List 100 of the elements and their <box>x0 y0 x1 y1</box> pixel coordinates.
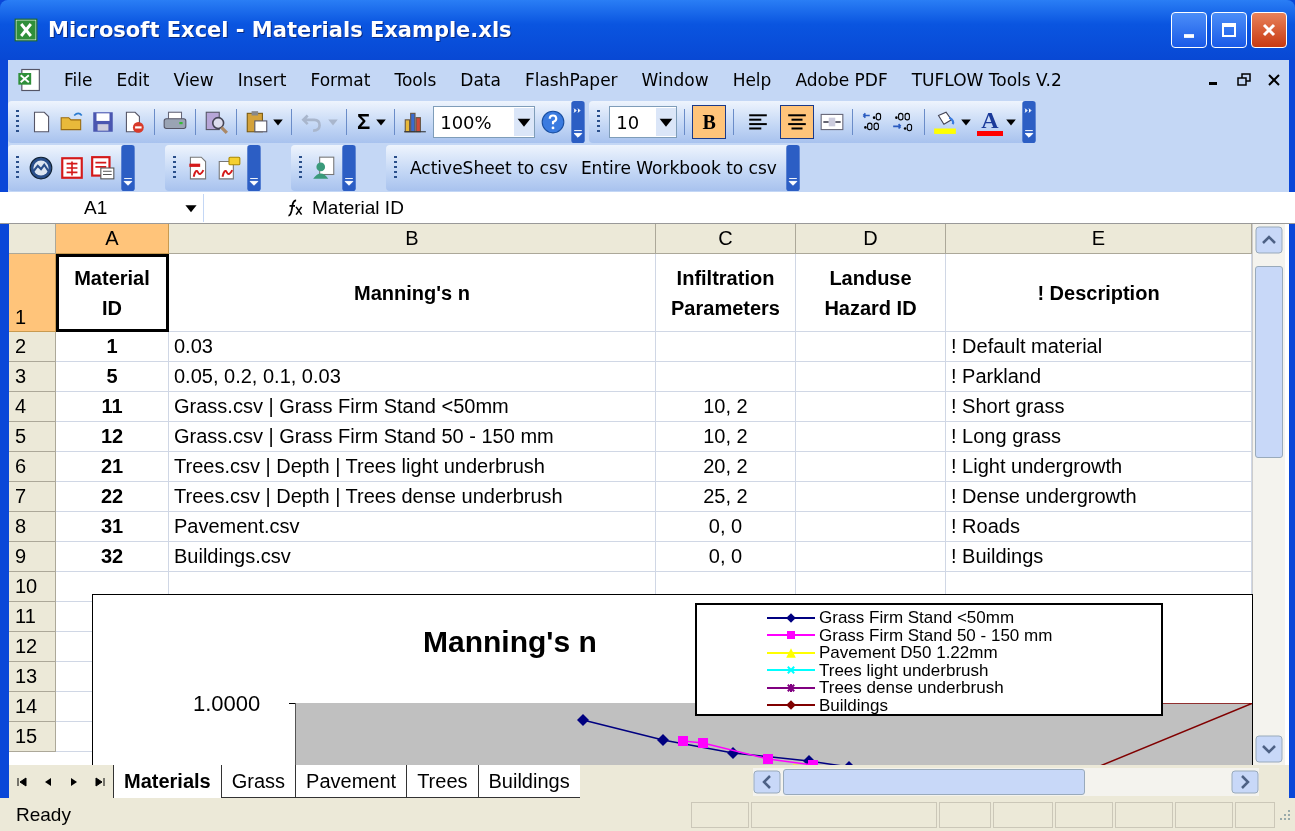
row-header[interactable]: 2 <box>9 332 56 362</box>
autosum-button[interactable]: Σ <box>354 109 374 135</box>
vertical-scrollbar[interactable] <box>1252 224 1285 765</box>
menu-item[interactable]: TUFLOW Tools V.2 <box>899 70 1074 90</box>
column-header[interactable]: A <box>56 224 169 254</box>
toolbar-options-icon[interactable] <box>571 101 586 143</box>
row-header[interactable]: 13 <box>9 662 56 692</box>
menu-item[interactable]: Help <box>720 70 784 90</box>
sheet-tab[interactable]: Grass <box>220 765 296 798</box>
row-header[interactable]: 6 <box>9 452 56 482</box>
row-header[interactable]: 10 <box>9 572 56 602</box>
menu-item[interactable]: Adobe PDF <box>783 70 900 90</box>
table-cell: 10, 2 <box>656 422 796 452</box>
restore-icon[interactable] <box>1237 73 1251 87</box>
zoom-dropdown[interactable]: 100% <box>433 106 536 138</box>
help-icon[interactable] <box>540 109 567 135</box>
menu-item[interactable]: File <box>52 70 105 90</box>
sheet-tab[interactable]: Buildings <box>477 765 580 798</box>
toolbar-button[interactable]: ActiveSheet to csv <box>406 158 572 178</box>
table-cell: 0.03 <box>169 332 656 362</box>
table-cell: 0, 0 <box>656 512 796 542</box>
row-header[interactable]: 3 <box>9 362 56 392</box>
horizontal-scrollbar[interactable] <box>753 767 1259 796</box>
last-sheet-icon[interactable] <box>93 774 107 789</box>
column-header[interactable]: C <box>656 224 796 254</box>
row-header[interactable]: 1 <box>9 254 56 332</box>
print-preview-icon[interactable] <box>203 109 229 135</box>
sheet-tab[interactable]: Trees <box>406 765 478 798</box>
row-header[interactable]: 15 <box>9 722 56 752</box>
status-panel <box>1175 801 1233 828</box>
close-button[interactable] <box>1251 12 1287 48</box>
column-header[interactable]: D <box>796 224 946 254</box>
table-cell: Buildings.csv <box>169 542 656 572</box>
align-center-button[interactable] <box>780 105 815 139</box>
table-cell: ! Parkland <box>946 362 1252 392</box>
row-header[interactable]: 14 <box>9 692 56 722</box>
row-header[interactable]: 5 <box>9 422 56 452</box>
close-icon[interactable] <box>1267 73 1281 87</box>
menu-item[interactable]: Window <box>629 70 721 90</box>
maximize-icon <box>1219 20 1239 40</box>
table-cell: ! Long grass <box>946 422 1252 452</box>
toolbar-options-icon[interactable] <box>1021 101 1036 143</box>
formula-input[interactable]: Material ID <box>312 196 404 219</box>
table-cell: Manning's n <box>169 254 656 332</box>
column-header[interactable]: B <box>169 224 656 254</box>
status-panel <box>939 801 991 828</box>
scroll-left-icon[interactable] <box>753 769 781 794</box>
document-grid-icon[interactable] <box>59 155 85 181</box>
mountain-circle-icon[interactable] <box>28 155 54 181</box>
column-header[interactable]: E <box>946 224 1252 254</box>
resize-grip-icon[interactable] <box>1277 807 1291 822</box>
table-cell: ! Roads <box>946 512 1252 542</box>
menu-item[interactable]: Tools <box>382 70 449 90</box>
fill-color-icon[interactable] <box>932 109 959 135</box>
bold-button[interactable]: B <box>692 105 727 139</box>
toolbar-button[interactable]: Entire Workbook to csv <box>576 158 781 178</box>
scroll-thumb[interactable] <box>783 768 1085 795</box>
minimize-button[interactable] <box>1171 12 1207 48</box>
person-document-icon[interactable] <box>311 155 337 181</box>
table-cell: ! Default material <box>946 332 1252 362</box>
scroll-down-icon[interactable] <box>1255 735 1283 763</box>
legend-label: Trees dense underbrush <box>819 679 1004 697</box>
toolbar-options-icon[interactable] <box>342 145 356 191</box>
maximize-button[interactable] <box>1211 12 1247 48</box>
row-header[interactable]: 7 <box>9 482 56 512</box>
first-sheet-icon[interactable] <box>15 774 29 789</box>
sheet-tab[interactable]: Materials <box>113 765 221 798</box>
toolbar-options-icon[interactable] <box>247 145 261 191</box>
row-header[interactable]: 9 <box>9 542 56 572</box>
row-header[interactable]: 4 <box>9 392 56 422</box>
row-header[interactable]: 12 <box>9 632 56 662</box>
scroll-up-icon[interactable] <box>1255 226 1283 254</box>
minimize-icon <box>1184 34 1194 38</box>
legend-label: Pavement D50 1.22mm <box>819 644 998 662</box>
paste-icon[interactable] <box>244 109 270 135</box>
save-icon[interactable] <box>90 109 116 135</box>
menu-item[interactable]: Edit <box>104 70 162 90</box>
table-cell: 10, 2 <box>656 392 796 422</box>
table-cell: 0, 0 <box>656 542 796 572</box>
table-cell: 12 <box>56 422 169 452</box>
menu-item[interactable]: FlashPaper <box>512 70 630 90</box>
documents-icon[interactable] <box>90 155 116 181</box>
table-cell: 32 <box>56 542 169 572</box>
menu-item[interactable]: View <box>161 70 226 90</box>
scroll-thumb[interactable] <box>1255 266 1283 458</box>
menu-item[interactable]: Format <box>298 70 383 90</box>
legend-label: Trees light underbrush <box>819 661 989 679</box>
menu-item[interactable]: Insert <box>225 70 299 90</box>
menu-item[interactable]: Data <box>448 70 513 90</box>
scroll-right-icon[interactable] <box>1231 769 1259 794</box>
font-color-button[interactable]: A <box>977 108 1003 136</box>
row-header[interactable]: 11 <box>9 602 56 632</box>
toolbar-options-icon[interactable] <box>785 145 800 191</box>
table-cell: ! Buildings <box>946 542 1252 572</box>
font-size-dropdown[interactable]: 10 <box>609 106 678 138</box>
toolbar-options-icon[interactable] <box>121 145 135 191</box>
row-header[interactable]: 8 <box>9 512 56 542</box>
sheet-tab[interactable]: Pavement <box>295 765 407 798</box>
name-box[interactable]: A1 <box>8 193 204 222</box>
pdf-comment-icon[interactable] <box>216 155 242 181</box>
